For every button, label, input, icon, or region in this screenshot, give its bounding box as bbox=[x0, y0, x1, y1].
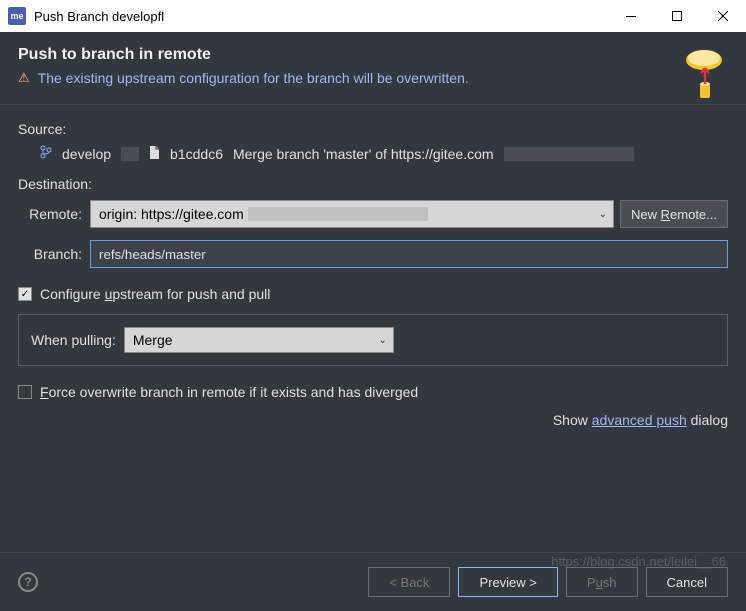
app-icon: me bbox=[8, 7, 26, 25]
chevron-down-icon: ⌄ bbox=[378, 335, 386, 346]
force-overwrite-label: Force overwrite branch in remote if it e… bbox=[40, 384, 418, 400]
titlebar: me Push Branch developfl bbox=[0, 0, 746, 32]
configure-upstream-checkbox[interactable]: ✓ bbox=[18, 287, 32, 301]
when-pulling-label: When pulling: bbox=[31, 332, 116, 348]
branch-input[interactable] bbox=[90, 240, 728, 268]
new-remote-button[interactable]: New Remote... bbox=[620, 200, 728, 228]
dialog-title: Push to branch in remote bbox=[18, 46, 728, 64]
dialog-body: Source: develop b1cddc6 Merge branch 'ma… bbox=[0, 105, 746, 444]
chevron-down-icon: ⌄ bbox=[599, 209, 607, 220]
maximize-button[interactable] bbox=[654, 0, 700, 32]
configure-upstream-row: ✓ Configure upstream for push and pull bbox=[18, 286, 728, 302]
redacted-area bbox=[248, 207, 428, 221]
advanced-push-link[interactable]: advanced push bbox=[592, 412, 687, 428]
branch-icon bbox=[40, 145, 52, 162]
cloud-upload-icon bbox=[680, 46, 728, 105]
branch-label: Branch: bbox=[18, 246, 90, 262]
dialog-header: Push to branch in remote ⚠ The existing … bbox=[0, 32, 746, 105]
close-button[interactable] bbox=[700, 0, 746, 32]
push-button[interactable]: Push bbox=[566, 567, 638, 597]
advanced-prefix: Show bbox=[553, 412, 592, 428]
dialog-footer: ? < Back Preview > Push Cancel bbox=[0, 552, 746, 611]
minimize-icon bbox=[626, 16, 636, 17]
force-overwrite-checkbox[interactable] bbox=[18, 385, 32, 399]
warning-text: The existing upstream configuration for … bbox=[38, 70, 469, 86]
when-pulling-value: Merge bbox=[133, 332, 173, 348]
when-pulling-dropdown[interactable]: Merge ⌄ bbox=[124, 327, 394, 353]
file-icon bbox=[149, 146, 160, 162]
window-controls bbox=[608, 0, 746, 32]
configure-upstream-label: Configure upstream for push and pull bbox=[40, 286, 270, 302]
remote-dropdown[interactable]: origin: https://gitee.com ⌄ bbox=[90, 200, 614, 228]
source-label: Source: bbox=[18, 121, 728, 137]
warning-icon: ⚠ bbox=[18, 70, 30, 86]
source-commit: b1cddc6 bbox=[170, 146, 223, 162]
remote-row: Remote: origin: https://gitee.com ⌄ New … bbox=[18, 200, 728, 228]
cancel-button[interactable]: Cancel bbox=[646, 567, 728, 597]
preview-button[interactable]: Preview > bbox=[458, 567, 557, 597]
force-overwrite-row: Force overwrite branch in remote if it e… bbox=[18, 384, 728, 400]
destination-label: Destination: bbox=[18, 176, 728, 192]
back-button[interactable]: < Back bbox=[368, 567, 450, 597]
advanced-push-row: Show advanced push dialog bbox=[18, 412, 728, 428]
warning-row: ⚠ The existing upstream configuration fo… bbox=[18, 70, 728, 86]
window-title: Push Branch developfl bbox=[34, 9, 608, 24]
remote-value: origin: https://gitee.com bbox=[99, 206, 244, 222]
close-icon bbox=[718, 11, 728, 21]
redacted-area bbox=[504, 147, 634, 161]
advanced-suffix: dialog bbox=[687, 412, 728, 428]
remote-label: Remote: bbox=[18, 206, 90, 222]
minimize-button[interactable] bbox=[608, 0, 654, 32]
help-button[interactable]: ? bbox=[18, 572, 38, 592]
source-row: develop b1cddc6 Merge branch 'master' of… bbox=[18, 145, 728, 162]
pull-config-panel: When pulling: Merge ⌄ bbox=[18, 314, 728, 366]
maximize-icon bbox=[672, 11, 682, 21]
source-branch: develop bbox=[62, 146, 111, 162]
branch-row: Branch: 💡 bbox=[18, 240, 728, 268]
redacted-area bbox=[121, 147, 139, 161]
source-message: Merge branch 'master' of https://gitee.c… bbox=[233, 146, 494, 162]
